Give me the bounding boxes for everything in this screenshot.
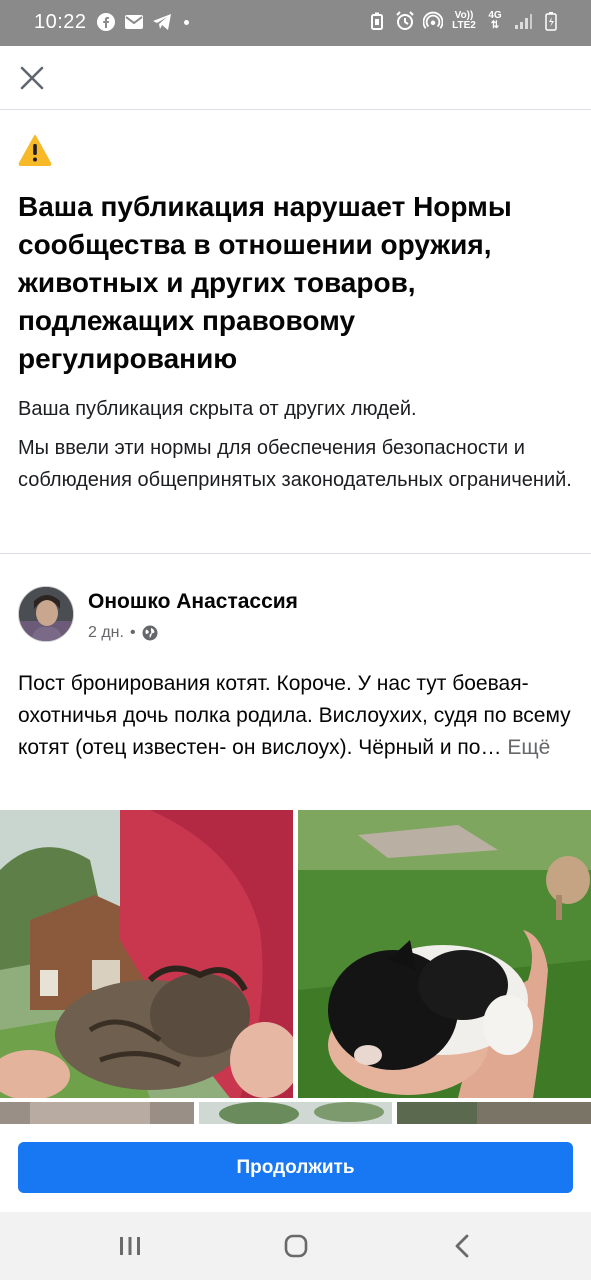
warning-icon: [18, 135, 52, 166]
explanation-text: Мы ввели эти нормы для обеспечения безоп…: [18, 437, 572, 491]
photo-kitten-black-white[interactable]: [298, 810, 591, 1098]
back-button[interactable]: [432, 1226, 492, 1266]
status-left-icons: [96, 12, 189, 32]
hidden-notice-text: Ваша публикация скрыта от других людей.: [18, 398, 417, 420]
status-bar: 10:22 Vo)) LTE2 4G ⇅: [0, 0, 591, 46]
status-time: 10:22: [34, 11, 87, 33]
author-name[interactable]: Оношко Анастассия: [88, 590, 298, 614]
photo-thumb-3[interactable]: [397, 1102, 591, 1125]
more-notifications-dot: [184, 19, 189, 25]
avatar[interactable]: [18, 586, 74, 642]
home-icon: [284, 1234, 308, 1258]
back-icon: [455, 1234, 469, 1258]
post-text: Пост бронирования котят. Короче. У нас т…: [18, 668, 578, 764]
photo-kitten-tabby[interactable]: [0, 810, 293, 1098]
photo-thumb-2[interactable]: [199, 1102, 392, 1125]
continue-button[interactable]: Продолжить: [18, 1142, 573, 1193]
post-body: Пост бронирования котят. Короче. У нас т…: [18, 672, 571, 759]
post-meta: 2 дн. •: [88, 624, 158, 642]
close-button[interactable]: [14, 60, 50, 96]
status-right-icons: Vo)) LTE2 4G ⇅: [367, 11, 561, 31]
photo-grid: [0, 810, 591, 1125]
violation-notice: Ваша публикация нарушает Нормы сообществ…: [0, 110, 591, 554]
bottom-action-area: Продолжить: [0, 1124, 591, 1212]
volte-icon: Vo)) LTE2: [452, 10, 476, 31]
see-more-link[interactable]: Ещё: [507, 736, 550, 759]
system-nav-bar: [0, 1212, 591, 1280]
signal-icon: [513, 11, 533, 31]
hotspot-icon: [423, 11, 443, 31]
4g-icon: 4G ⇅: [488, 10, 502, 31]
post-time[interactable]: 2 дн.: [88, 624, 124, 642]
battery-saver-icon: [367, 11, 387, 31]
close-icon: [20, 66, 44, 90]
recents-icon: [120, 1237, 140, 1255]
mail-icon: [124, 12, 144, 32]
alarm-icon: [395, 11, 415, 31]
globe-icon: [142, 625, 158, 641]
telegram-icon: [152, 12, 172, 32]
photo-thumb-1[interactable]: [0, 1102, 194, 1125]
post-header: Оношко Анастассия 2 дн. •: [0, 554, 591, 664]
home-button[interactable]: [266, 1226, 326, 1266]
top-bar: [0, 46, 591, 110]
facebook-icon: [96, 12, 116, 32]
battery-charging-icon: [541, 11, 561, 31]
recents-button[interactable]: [100, 1226, 160, 1266]
meta-separator: •: [129, 624, 136, 641]
notice-title: Ваша публикация нарушает Нормы сообществ…: [18, 191, 512, 374]
